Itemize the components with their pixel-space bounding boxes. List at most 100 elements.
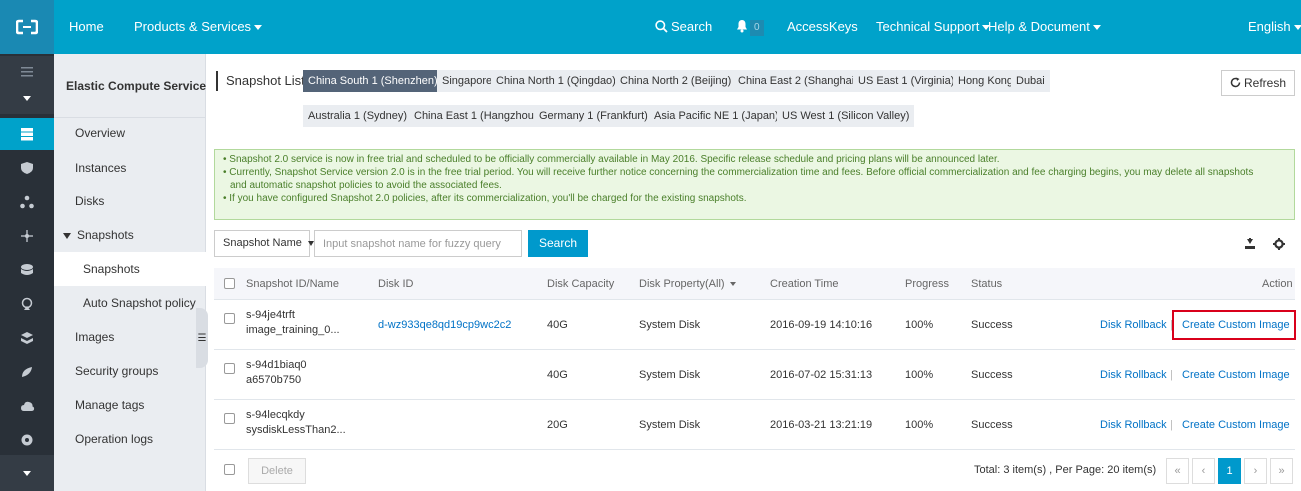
region-tab-beijing[interactable]: China North 2 (Beijing) <box>615 70 737 92</box>
region-tab-sydney[interactable]: Australia 1 (Sydney) <box>303 105 413 127</box>
chevron-down-icon <box>1092 25 1101 31</box>
database-icon <box>21 264 33 275</box>
products-services-menu[interactable]: Products & Services <box>134 0 263 54</box>
rail-item-6[interactable] <box>0 288 54 320</box>
rail-item-10[interactable] <box>0 424 54 456</box>
sidebar-item-instances[interactable]: Instances <box>54 151 206 185</box>
rail-item-5[interactable] <box>0 254 54 286</box>
bell-icon <box>737 20 747 33</box>
page-title: Snapshot List <box>216 71 305 91</box>
row-checkbox[interactable] <box>224 413 235 424</box>
search-icon <box>655 20 668 33</box>
pagination-next[interactable]: › <box>1244 458 1267 484</box>
pagination-prev[interactable]: ‹ <box>1192 458 1215 484</box>
footer-select-all-checkbox[interactable] <box>224 464 235 475</box>
region-tab-shanghai[interactable]: China East 2 (Shanghai) <box>733 70 863 92</box>
status-text: Success <box>971 419 1013 431</box>
create-custom-image-link[interactable]: Create Custom Image <box>1182 400 1290 450</box>
free-trial-notice: • Snapshot 2.0 service is now in free tr… <box>214 149 1295 220</box>
disk-rollback-link[interactable]: Disk Rollback <box>1100 300 1167 350</box>
select-all-checkbox[interactable] <box>224 278 235 289</box>
aliyun-logo-icon[interactable] <box>0 0 54 54</box>
col-disk-property-filter[interactable]: Disk Property(All) <box>639 268 736 300</box>
pagination-first[interactable]: « <box>1166 458 1189 484</box>
pagination-last[interactable]: » <box>1270 458 1293 484</box>
cdn-icon <box>22 367 32 377</box>
disk-rollback-link[interactable]: Disk Rollback <box>1100 400 1167 450</box>
snapshot-id: s-94lecqkdy <box>246 409 305 421</box>
notifications-button[interactable]: 0 <box>736 0 764 54</box>
sidebar-item-disks[interactable]: Disks <box>54 184 206 218</box>
rail-collapse-toggle[interactable] <box>0 82 54 114</box>
sidebar-item-auto-snapshot-policy[interactable]: Auto Snapshot policy <box>54 286 206 320</box>
sidebar-item-overview[interactable]: Overview <box>54 116 206 150</box>
sidebar-item-security-groups[interactable]: Security groups <box>54 354 206 388</box>
region-tab-dubai[interactable]: Dubai <box>1011 70 1050 92</box>
language-menu[interactable]: English <box>1248 0 1301 54</box>
disk-id-link[interactable]: d-wz933qe8qd19cp9wc2c2 <box>378 300 511 350</box>
rail-ecs[interactable] <box>0 118 54 150</box>
region-tab-frankfurt[interactable]: Germany 1 (Frankfurt) <box>534 105 653 127</box>
highlight-box <box>1172 310 1296 340</box>
table-footer: Delete Total: 3 item(s) , Per Page: 20 i… <box>214 450 1295 491</box>
refresh-icon <box>1230 77 1241 88</box>
sidebar-item-images[interactable]: Images <box>54 320 206 354</box>
sidebar-item-snapshots-group[interactable]: Snapshots <box>54 218 206 252</box>
row-checkbox[interactable] <box>224 363 235 374</box>
rail-item-3[interactable] <box>0 186 54 218</box>
table-row: s-94je4trft image_training_0... d-wz933q… <box>214 300 1296 350</box>
sidebar-item-operation-logs[interactable]: Operation logs <box>54 422 206 456</box>
chevron-down-icon <box>23 95 31 101</box>
search-link[interactable]: Search <box>655 0 712 54</box>
rail-item-7[interactable] <box>0 322 54 354</box>
region-tab-hangzhou[interactable]: China East 1 (Hangzhou) <box>409 105 543 127</box>
row-checkbox[interactable] <box>224 313 235 324</box>
sidebar-item-manage-tags[interactable]: Manage tags <box>54 388 206 422</box>
server-icon <box>21 128 33 141</box>
disk-capacity: 20G <box>547 419 568 431</box>
region-tab-silicon-valley[interactable]: US West 1 (Silicon Valley) <box>777 105 915 127</box>
monitor-icon <box>21 297 33 310</box>
region-tab-japan[interactable]: Asia Pacific NE 1 (Japan) <box>649 105 784 127</box>
nav-home-link[interactable]: Home <box>69 0 104 54</box>
snapshot-search-input[interactable] <box>314 230 522 257</box>
region-tab-qingdao[interactable]: China North 1 (Qingdao) <box>491 70 621 92</box>
region-tab-hong-kong[interactable]: Hong Kong <box>953 70 1019 92</box>
settings-button[interactable] <box>1266 230 1292 257</box>
search-button[interactable]: Search <box>528 230 588 257</box>
rail-item-4[interactable] <box>0 220 54 252</box>
notification-count-badge: 0 <box>750 19 764 36</box>
chevron-down-icon <box>1293 25 1301 31</box>
accesskeys-link[interactable]: AccessKeys <box>787 0 858 54</box>
menu-icon <box>21 67 33 77</box>
progress-value: 100% <box>905 369 934 381</box>
creation-time: 2016-03-21 13:21:19 <box>770 419 873 431</box>
sidebar-item-snapshots[interactable]: Snapshots <box>54 252 206 286</box>
rail-item-2[interactable] <box>0 152 54 184</box>
rail-expand-toggle[interactable] <box>0 455 54 491</box>
cloud-icon <box>20 401 34 411</box>
rail-item-8[interactable] <box>0 356 54 388</box>
region-tab-shenzhen[interactable]: China South 1 (Shenzhen) <box>303 70 443 92</box>
help-document-menu[interactable]: Help & Document <box>988 0 1101 54</box>
pagination-page-1[interactable]: 1 <box>1218 458 1241 484</box>
region-tab-singapore[interactable]: Singapore <box>437 70 498 92</box>
caret-down-icon <box>729 282 736 287</box>
export-button[interactable] <box>1237 230 1263 257</box>
status-text: Success <box>971 319 1013 331</box>
snapshot-name: image_training_0... <box>246 324 340 336</box>
action-separator: | <box>1170 419 1173 431</box>
disk-property: System Disk <box>639 419 701 431</box>
delete-button[interactable]: Delete <box>248 458 306 484</box>
rail-item-9[interactable] <box>0 390 54 422</box>
disk-rollback-link[interactable]: Disk Rollback <box>1100 350 1167 400</box>
filter-field-select[interactable]: Snapshot Name <box>214 230 314 257</box>
caret-down-icon <box>63 232 71 239</box>
create-custom-image-link[interactable]: Create Custom Image <box>1182 350 1290 400</box>
notice-line: • Currently, Snapshot Service version 2.… <box>223 167 1254 178</box>
products-services-label: Products & Services <box>134 19 252 34</box>
refresh-button[interactable]: Refresh <box>1221 70 1295 96</box>
technical-support-menu[interactable]: Technical Support <box>876 0 991 54</box>
region-tab-virginia[interactable]: US East 1 (Virginia) <box>853 70 960 92</box>
table-row: s-94d1biaq0 a6570b750 40G System Disk 20… <box>214 350 1295 400</box>
